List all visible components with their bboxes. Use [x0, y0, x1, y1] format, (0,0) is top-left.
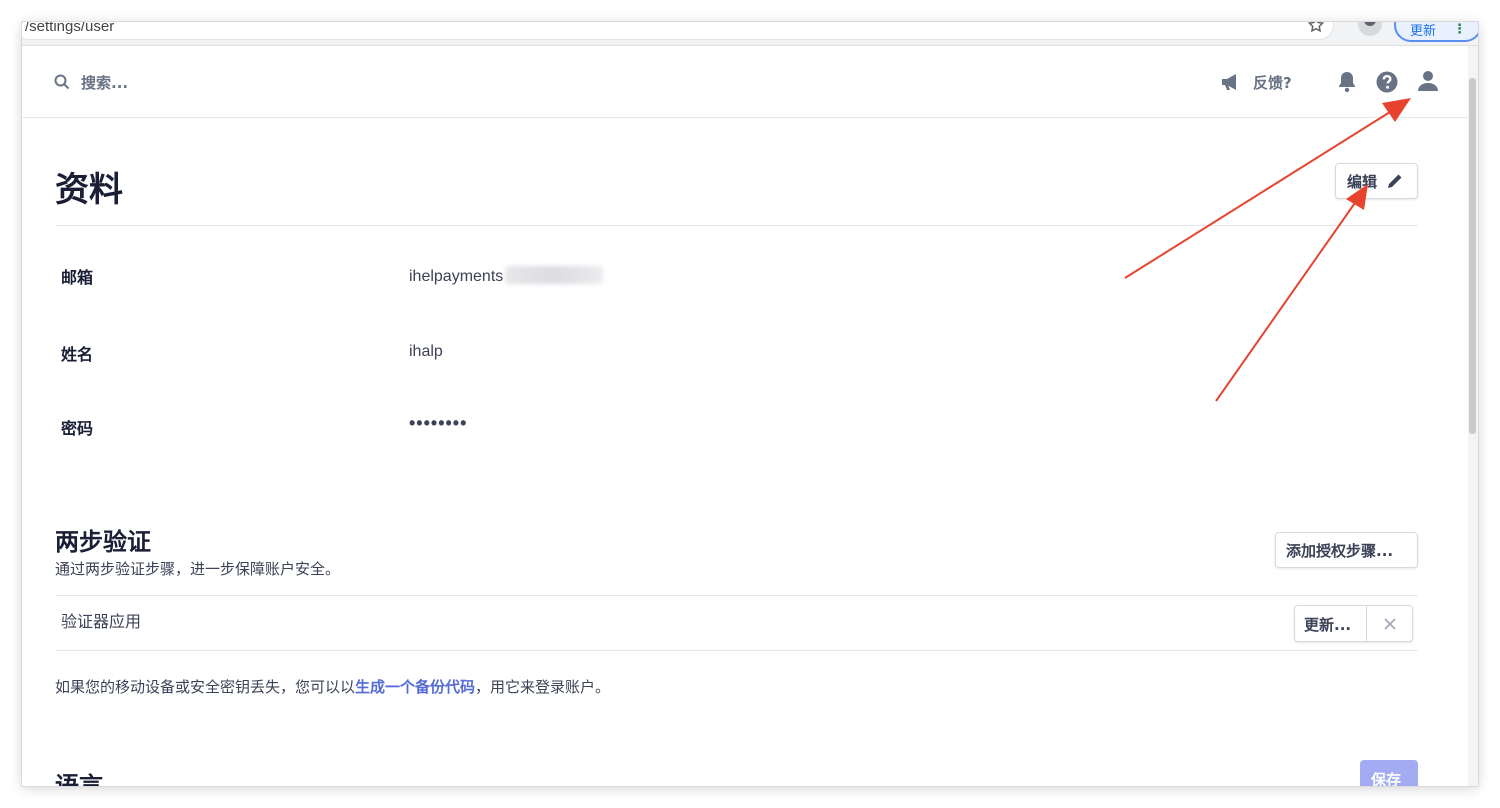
backup-text-prefix: 如果您的移动设备或安全密钥丢失，您可以以	[55, 678, 356, 696]
search-icon[interactable]	[54, 74, 70, 90]
bell-icon[interactable]	[1337, 71, 1357, 93]
name-value: ihalp	[409, 343, 443, 360]
add-auth-step-button[interactable]: 添加授权步骤...	[1275, 532, 1418, 568]
email-label: 邮箱	[61, 268, 94, 287]
feedback-link[interactable]: 反馈?	[1253, 72, 1292, 93]
generate-backup-code-link[interactable]: 生成一个备份代码	[355, 678, 475, 696]
add-auth-step-label: 添加授权步骤...	[1286, 541, 1394, 560]
divider	[55, 225, 1418, 226]
browser-profile-avatar[interactable]	[1358, 22, 1382, 36]
search-input[interactable]: 搜索...	[81, 72, 128, 93]
save-button[interactable]: 保存	[1360, 760, 1418, 786]
screenshot-frame: /settings/user 更新 ⋮ 搜索... 反馈? 资料 编辑 邮箱 i…	[22, 22, 1478, 786]
backup-text-suffix: ，用它来登录账户。	[475, 678, 611, 696]
browser-update-button[interactable]: 更新 ⋮	[1394, 22, 1478, 42]
close-icon	[1383, 617, 1396, 630]
divider	[55, 595, 1418, 596]
browser-update-label: 更新	[1410, 24, 1437, 39]
help-icon[interactable]	[1376, 71, 1398, 93]
browser-menu-icon[interactable]: ⋮	[1453, 22, 1466, 37]
megaphone-icon[interactable]	[1220, 73, 1242, 91]
redacted-mask	[505, 266, 604, 284]
email-value: ihelpayments	[409, 266, 604, 286]
authenticator-actions: 更新...	[1294, 605, 1413, 642]
email-text: ihelpayments	[409, 268, 504, 285]
password-label: 密码	[61, 419, 94, 438]
authenticator-app-label: 验证器应用	[61, 612, 142, 631]
scrollbar-thumb[interactable]	[1469, 78, 1476, 434]
app-header: 搜索... 反馈?	[22, 46, 1468, 118]
remove-authenticator-button[interactable]	[1367, 606, 1412, 641]
address-bar-url: /settings/user	[25, 22, 115, 35]
page-title: 资料	[55, 170, 123, 210]
two-step-description: 通过两步验证步骤，进一步保障账户安全。	[55, 560, 341, 578]
two-step-title: 两步验证	[55, 528, 151, 556]
update-authenticator-button[interactable]: 更新...	[1295, 606, 1367, 641]
edit-button-label: 编辑	[1347, 172, 1378, 191]
user-account-icon[interactable]	[1417, 70, 1439, 92]
backup-code-text: 如果您的移动设备或安全密钥丢失，您可以以生成一个备份代码，用它来登录账户。	[55, 676, 610, 697]
name-label: 姓名	[61, 345, 94, 364]
bookmark-star-icon[interactable]	[1307, 22, 1325, 34]
password-value: ••••••••	[409, 413, 468, 433]
divider	[55, 650, 1418, 651]
language-title: 语言	[55, 772, 103, 786]
edit-button[interactable]: 编辑	[1335, 163, 1418, 199]
browser-toolbar: /settings/user 更新 ⋮	[22, 22, 1478, 46]
address-bar[interactable]: /settings/user	[22, 22, 1334, 40]
pencil-icon	[1388, 174, 1402, 188]
